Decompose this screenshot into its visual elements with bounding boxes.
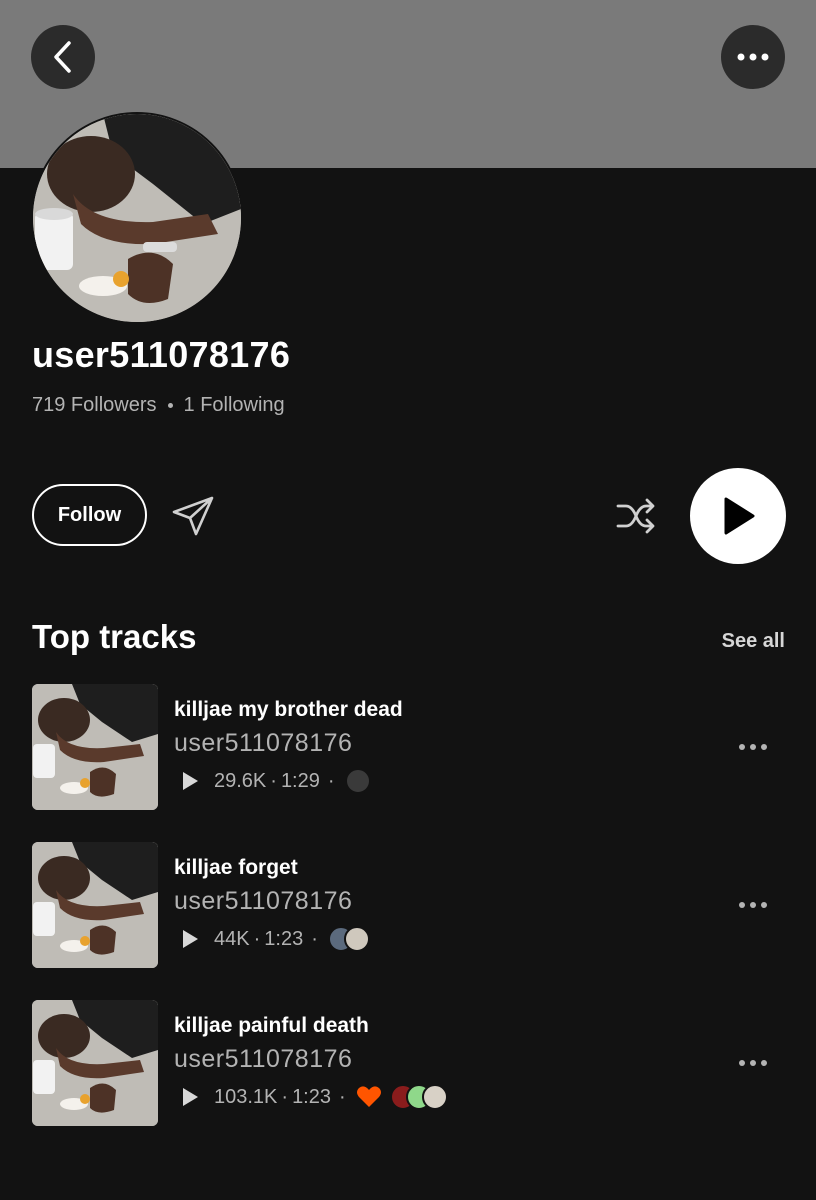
play-icon [724,497,755,535]
separator-dot: · [281,1085,289,1108]
track-title[interactable]: killjae my brother dead [174,698,403,722]
reposter-avatar[interactable] [344,768,371,794]
more-horizontal-icon [739,902,767,908]
track-meta: 44K · 1:23 · [180,926,370,952]
track-artwork[interactable] [32,842,158,968]
track-row-1[interactable]: killjae my brother dead user511078176 29… [32,684,786,810]
separator-dot: · [311,927,318,950]
reposter-avatar[interactable] [343,926,370,952]
track-title[interactable]: killjae painful death [174,1014,369,1038]
more-horizontal-icon [739,744,767,750]
follow-button[interactable]: Follow [32,484,147,546]
track-meta: 103.1K · 1:23 · [180,1084,448,1110]
track-row-3[interactable]: killjae painful death user511078176 103.… [32,1000,786,1126]
track-artist[interactable]: user511078176 [174,887,352,916]
track-plays: 44K [214,927,250,950]
play-count-icon [183,772,198,790]
track-more-button[interactable] [736,890,770,920]
track-artwork-image [32,842,158,968]
reposter-avatar[interactable] [421,1084,448,1110]
track-artwork-image [32,1000,158,1126]
track-duration: 1:29 [280,769,320,792]
track-artist[interactable]: user511078176 [174,1045,352,1074]
play-count-icon [183,1088,198,1106]
separator-dot: · [253,927,261,950]
following-count[interactable]: 1 Following [184,394,285,417]
more-horizontal-icon [739,1060,767,1066]
separator-dot: · [327,769,335,792]
more-options-button[interactable] [721,25,785,89]
avatar-image [33,114,241,322]
track-duration: 1:23 [264,927,304,950]
track-more-button[interactable] [736,1048,770,1078]
followers-count[interactable]: 719 Followers [32,394,157,417]
shuffle-button[interactable] [614,496,658,536]
track-plays: 29.6K [214,769,267,792]
track-artwork-image [32,684,158,810]
share-button[interactable] [170,494,216,538]
profile-stats: 719 Followers 1 Following [32,394,285,417]
track-more-button[interactable] [736,732,770,762]
see-all-link[interactable]: See all [722,630,785,653]
track-plays: 103.1K [214,1085,278,1108]
back-button[interactable] [31,25,95,89]
track-meta: 29.6K · 1:29 · [180,768,371,794]
track-artwork[interactable] [32,684,158,810]
heart-icon [356,1086,381,1107]
separator-dot [167,403,173,408]
profile-avatar[interactable] [31,112,243,324]
separator-dot: · [270,769,277,792]
send-icon [172,496,214,536]
top-tracks-heading: Top tracks [32,618,197,655]
reposters-group [327,926,370,952]
track-duration: 1:23 [292,1085,331,1108]
profile-username: user511078176 [32,334,291,375]
separator-dot: · [339,1085,346,1108]
track-row-2[interactable]: killjae forget user511078176 44K · 1:23 … [32,842,786,968]
track-title[interactable]: killjae forget [174,856,298,880]
chevron-left-icon [54,41,71,73]
reposters-group [344,768,371,794]
track-artist[interactable]: user511078176 [174,729,352,758]
play-all-button[interactable] [690,468,786,564]
reposters-group [356,1084,448,1110]
play-count-icon [183,930,198,948]
shuffle-icon [616,498,655,534]
track-artwork[interactable] [32,1000,158,1126]
more-horizontal-icon [737,53,769,61]
